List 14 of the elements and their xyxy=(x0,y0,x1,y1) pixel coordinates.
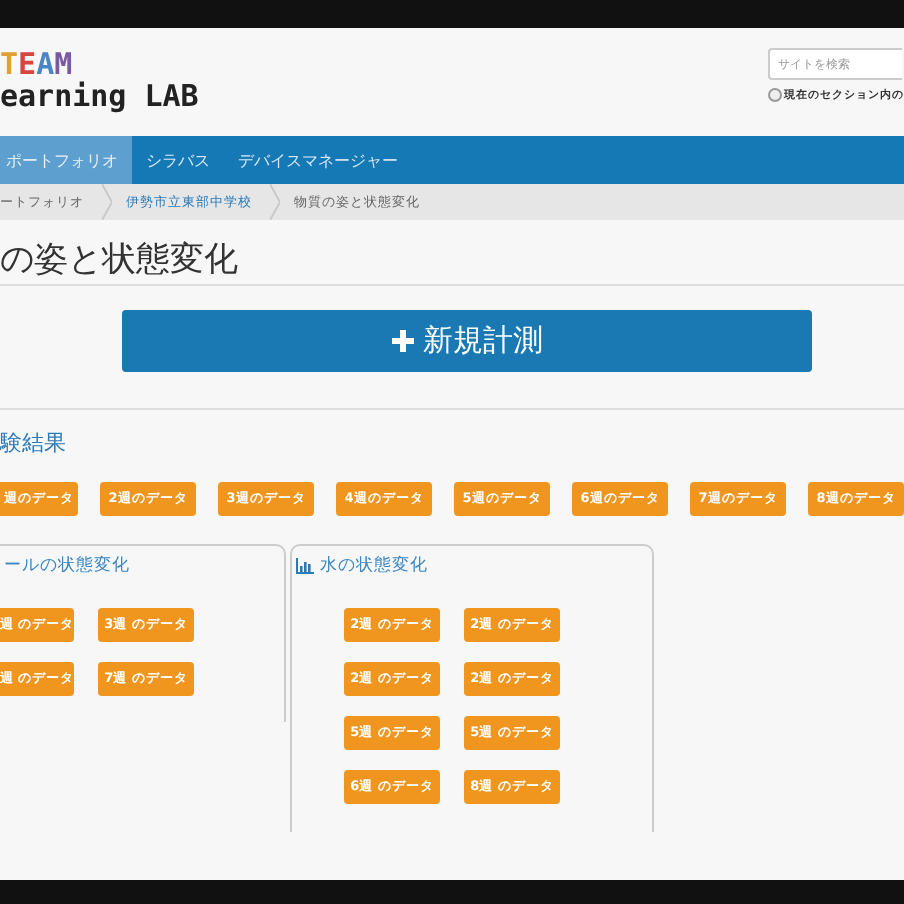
section-radio[interactable] xyxy=(768,88,782,102)
nav-tab[interactable]: シラバス xyxy=(132,136,224,184)
panel-heading: 水の状態変化 xyxy=(320,554,428,578)
nav-tab[interactable]: デバイスマネージャー xyxy=(224,136,412,184)
nav-tab[interactable]: ポートフォリオ xyxy=(0,136,132,184)
page-title: の姿と状態変化 xyxy=(0,238,240,284)
logo-text: TEAM xyxy=(0,48,73,80)
panel-heading: ールの状態変化 xyxy=(4,554,130,578)
chevron-icon xyxy=(102,184,112,220)
logo-text: earning LAB xyxy=(0,80,199,112)
plus-icon xyxy=(391,330,413,352)
section-heading: 験結果 xyxy=(0,430,68,458)
chevron-icon xyxy=(270,184,280,220)
new-measurement-button[interactable]: 新規計測 xyxy=(122,310,812,372)
